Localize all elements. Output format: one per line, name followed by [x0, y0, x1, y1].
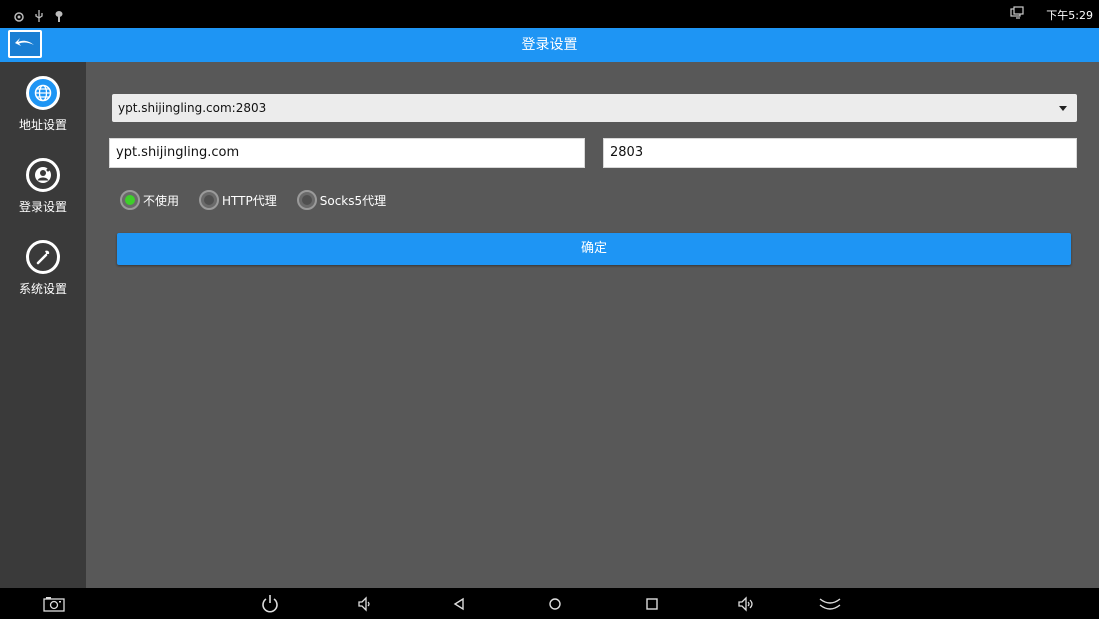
notification-icon [14, 7, 24, 26]
globe-icon [26, 76, 60, 110]
port-input[interactable]: 2803 [603, 138, 1077, 168]
status-bar: 下午5:29 [0, 0, 1099, 28]
radio-unchecked-icon [199, 190, 220, 210]
server-select-value: ypt.shijingling.com:2803 [118, 101, 267, 115]
sidebar-item-address[interactable]: 地址设置 [0, 76, 86, 133]
host-input-value: ypt.shijingling.com [116, 145, 240, 160]
sidebar: 地址设置 登录设置 系统设置 [0, 62, 86, 588]
usb-icon [34, 7, 44, 26]
title-bar: 登录设置 [0, 28, 1099, 62]
server-select[interactable]: ypt.shijingling.com:2803 [112, 94, 1077, 122]
radio-checked-icon [120, 190, 140, 210]
sidebar-item-label: 地址设置 [18, 118, 67, 132]
debug-icon [54, 7, 64, 26]
volume-up-icon[interactable] [734, 592, 758, 616]
user-icon [26, 158, 60, 192]
volume-down-icon[interactable] [352, 592, 376, 616]
sidebar-item-label: 系统设置 [18, 282, 67, 296]
status-icons-right: 下午5:29 [1010, 6, 1093, 23]
page-title: 登录设置 [521, 37, 578, 53]
screenshot-icon[interactable] [42, 592, 66, 616]
chevron-down-icon [1059, 106, 1067, 111]
confirm-button[interactable]: 确定 [117, 233, 1071, 265]
clock: 下午5:29 [1046, 8, 1093, 22]
main-panel: ypt.shijingling.com:2803 ypt.shijingling… [86, 62, 1099, 588]
radio-label: HTTP代理 [222, 193, 277, 208]
nav-bar [0, 588, 1099, 619]
hide-bar-icon[interactable] [818, 592, 842, 616]
power-icon[interactable] [258, 592, 282, 616]
sidebar-item-system[interactable]: 系统设置 [0, 240, 86, 297]
multi-window-icon [1010, 6, 1024, 23]
radio-http-proxy[interactable]: HTTP代理 [199, 190, 277, 210]
recents-icon[interactable] [640, 592, 664, 616]
host-input[interactable]: ypt.shijingling.com [109, 138, 585, 168]
screen: 下午5:29 登录设置 地址设置 登录设置 系统设置 ypt.shijingli… [0, 0, 1099, 619]
port-input-value: 2803 [610, 145, 644, 160]
radio-label: 不使用 [143, 193, 180, 208]
wrench-icon [26, 240, 60, 274]
radio-unchecked-icon [296, 190, 317, 210]
sidebar-item-login[interactable]: 登录设置 [0, 158, 86, 215]
radio-label: Socks5代理 [319, 193, 387, 208]
proxy-radio-group: 不使用 HTTP代理 Socks5代理 [120, 190, 406, 210]
sidebar-item-label: 登录设置 [18, 200, 67, 214]
back-icon[interactable] [447, 592, 471, 616]
radio-no-proxy[interactable]: 不使用 [120, 190, 179, 210]
radio-socks5-proxy[interactable]: Socks5代理 [296, 190, 387, 210]
home-icon[interactable] [543, 592, 567, 616]
status-icons-left [14, 7, 64, 26]
